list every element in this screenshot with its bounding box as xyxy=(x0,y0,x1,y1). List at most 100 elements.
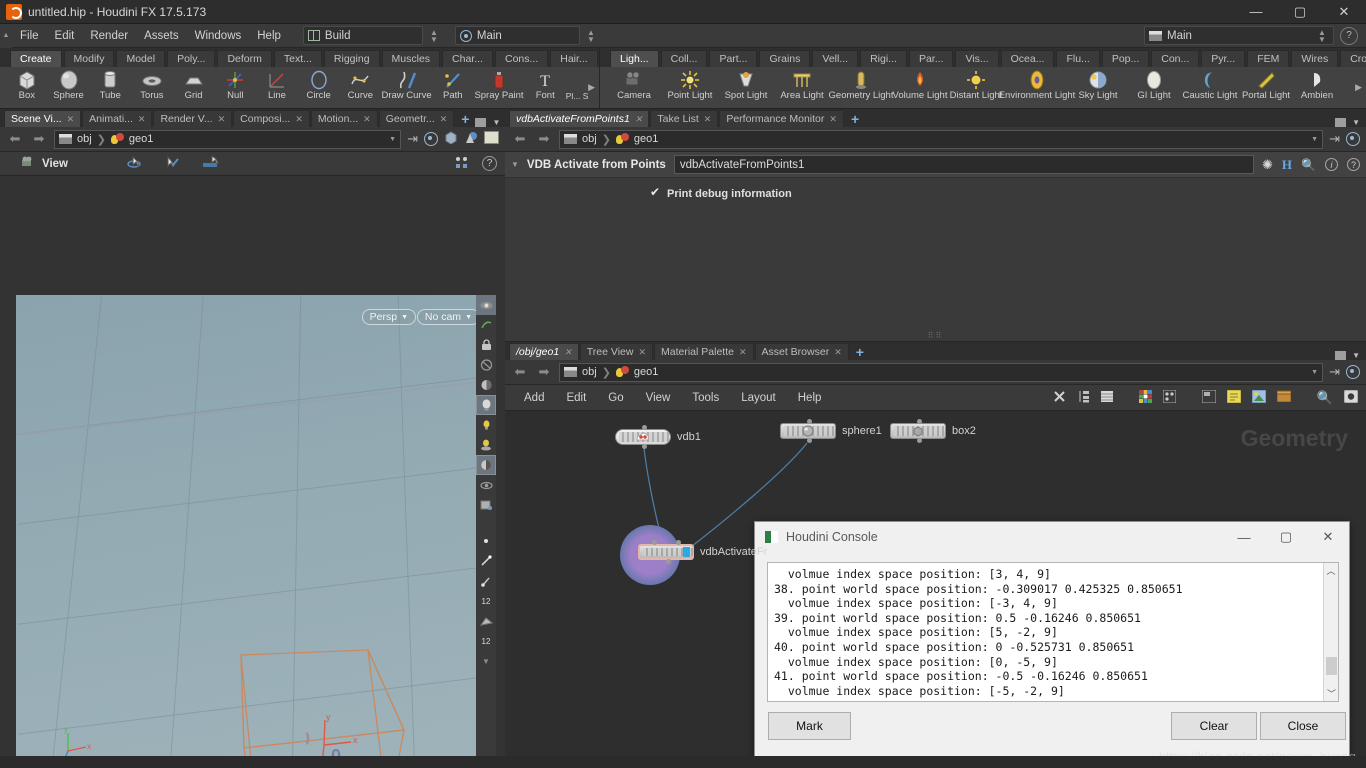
add-image-icon[interactable] xyxy=(1251,389,1267,406)
console-scrollbar[interactable]: ︿ ﹀ xyxy=(1323,563,1338,701)
display-set-icon[interactable] xyxy=(454,156,470,172)
shelf-tab-muscles[interactable]: Muscles xyxy=(381,50,441,67)
mark-button[interactable]: Mark xyxy=(768,712,851,740)
search-icon[interactable]: 🔍 xyxy=(1317,390,1333,406)
pane-menu-chevron-icon[interactable]: ▼ xyxy=(1352,118,1360,127)
display-options-icon[interactable] xyxy=(1346,132,1360,146)
shelf-tool-curve[interactable]: Curve xyxy=(340,67,382,108)
node-vdb1[interactable]: vdb1 xyxy=(615,425,701,449)
node-body[interactable] xyxy=(780,419,836,443)
shelf-tab-fem[interactable]: FEM xyxy=(1247,50,1290,67)
view-layout-icon[interactable] xyxy=(202,155,220,172)
network-menu-tools[interactable]: Tools xyxy=(681,385,730,411)
tab-scene-view[interactable]: Scene Vi... ✕ xyxy=(4,110,82,127)
shelf-tool-point-light[interactable]: Point Light xyxy=(662,67,718,108)
scene-path-field[interactable]: obj ❯ geo1 ▼ xyxy=(54,129,402,149)
shelf-tool-platonic[interactable]: Pl... S xyxy=(566,67,589,108)
network-menu-add[interactable]: Add xyxy=(513,385,555,411)
scroll-up-arrow-icon[interactable]: ︿ xyxy=(1324,563,1338,578)
shelf-tab-ocean[interactable]: Ocea... xyxy=(1000,50,1055,67)
shelf-tool-null[interactable]: Null xyxy=(214,67,256,108)
maximize-pane-icon[interactable] xyxy=(475,118,487,127)
pane-resize-handle[interactable]: ⠿⠿ xyxy=(928,331,944,340)
pin-icon[interactable]: ⇥ xyxy=(407,131,418,147)
package-icon[interactable] xyxy=(1276,390,1292,405)
shelf-tool-grid[interactable]: Grid xyxy=(173,67,215,108)
node-body[interactable] xyxy=(615,425,671,449)
shelf-tab-model[interactable]: Model xyxy=(116,50,166,67)
shelf-tool-geometry-light[interactable]: Geometry Light xyxy=(829,67,893,108)
menu-edit[interactable]: Edit xyxy=(47,24,83,48)
shelf-tab-poly[interactable]: Poly... xyxy=(167,50,216,67)
path-dropdown-icon[interactable]: ▼ xyxy=(1311,136,1318,143)
back-arrow-icon[interactable]: ⬅ xyxy=(6,130,24,148)
shelf-tab-rigid[interactable]: Rigi... xyxy=(860,50,907,67)
network-menu-help[interactable]: Help xyxy=(787,385,833,411)
tab-close-icon[interactable]: ✕ xyxy=(363,111,371,127)
shelf-tool-caustic-light[interactable]: Caustic Light xyxy=(1182,67,1238,108)
shelf-tool-environment-light[interactable]: Environment Light xyxy=(999,67,1075,108)
houdini-console-dialog[interactable]: Houdini Console — ▢ ✕ volmue index space… xyxy=(754,521,1350,757)
parameter-path-field[interactable]: obj ❯ geo1 ▼ xyxy=(559,129,1324,149)
tab-close-icon[interactable]: ✕ xyxy=(564,344,572,360)
maximize-pane-icon[interactable] xyxy=(1335,118,1347,127)
headlight-icon[interactable] xyxy=(476,375,496,395)
background-display-icon[interactable] xyxy=(484,131,499,147)
back-arrow-icon[interactable]: ⬅ xyxy=(511,130,529,148)
network-path-field[interactable]: obj ❯ geo1 ▼ xyxy=(559,362,1324,382)
shading-mode-icon[interactable] xyxy=(476,455,496,475)
network-menu-go[interactable]: Go xyxy=(597,385,634,411)
menu-file[interactable]: File xyxy=(12,24,47,48)
shelf-tab-deform[interactable]: Deform xyxy=(217,50,272,67)
scrollbar-thumb[interactable] xyxy=(1326,657,1337,675)
tab-tree-view[interactable]: Tree View ✕ xyxy=(579,343,653,360)
pane-menu-chevron-icon[interactable]: ▼ xyxy=(492,118,500,127)
tab-animation-editor[interactable]: Animati... ✕ xyxy=(82,110,153,127)
shelf-tab-hair[interactable]: Hair... xyxy=(550,50,598,67)
forward-arrow-icon[interactable]: ➡ xyxy=(30,130,48,148)
right-desktop-selector[interactable]: Main ▲ ▼ xyxy=(1144,26,1334,45)
lock-geometry-icon[interactable] xyxy=(476,335,496,355)
shelf-tool-draw-curve[interactable]: Draw Curve xyxy=(381,67,432,108)
console-minimize-button[interactable]: — xyxy=(1223,522,1265,552)
gear-icon[interactable]: ✺ xyxy=(1262,157,1273,173)
tab-close-icon[interactable]: ✕ xyxy=(635,111,643,127)
shelf-tab-texture[interactable]: Text... xyxy=(273,50,322,67)
tab-close-icon[interactable]: ✕ xyxy=(834,344,842,360)
shelf-tab-particles[interactable]: Part... xyxy=(709,50,758,67)
list-icon[interactable] xyxy=(1100,390,1113,406)
view-options-icon[interactable] xyxy=(1343,389,1359,406)
shelf-tool-sky-light[interactable]: Sky Light xyxy=(1070,67,1126,108)
desktop-selector[interactable]: Build xyxy=(302,26,423,45)
add-tab-button[interactable]: + xyxy=(455,111,475,127)
menu-windows[interactable]: Windows xyxy=(187,24,250,48)
toolbar-chevron-down-icon[interactable]: ▼ xyxy=(476,651,496,671)
path-dropdown-icon[interactable]: ▼ xyxy=(389,136,396,143)
shelf-tab-create[interactable]: Create xyxy=(10,50,62,67)
layout-selector[interactable]: Main xyxy=(454,26,580,45)
light-small-icon[interactable] xyxy=(476,415,496,435)
shelf-right-scroll-right-icon[interactable]: ▶ xyxy=(1355,82,1366,93)
console-maximize-button[interactable]: ▢ xyxy=(1265,522,1307,552)
primitive-display-icon[interactable] xyxy=(476,611,496,631)
add-network-tab-button[interactable]: + xyxy=(850,344,870,360)
tab-close-icon[interactable]: ✕ xyxy=(138,111,146,127)
shelf-tool-path[interactable]: Path xyxy=(432,67,474,108)
print-debug-checkbox[interactable] xyxy=(650,185,661,199)
shelf-tool-gi-light[interactable]: GI Light xyxy=(1126,67,1182,108)
network-menu-view[interactable]: View xyxy=(635,385,682,411)
menu-collapse-arrow[interactable]: ▲ xyxy=(0,23,12,48)
shelf-tab-viscous[interactable]: Vis... xyxy=(955,50,999,67)
tab-close-icon[interactable]: ✕ xyxy=(440,111,448,127)
viewport-3d[interactable]: y x z 0 0 Persp▼ No cam▼ y x xyxy=(16,295,488,768)
shelf-tool-area-light[interactable]: Area Light xyxy=(774,67,830,108)
shelf-tab-populate[interactable]: Pop... xyxy=(1101,50,1150,67)
geometry-display-icon[interactable] xyxy=(444,131,458,147)
path-dropdown-icon[interactable]: ▼ xyxy=(1311,369,1318,376)
tab-parameters[interactable]: vdbActivateFromPoints1 ✕ xyxy=(509,110,650,127)
help-circle-icon[interactable]: ? xyxy=(1340,26,1358,45)
no-light-icon[interactable] xyxy=(476,355,496,375)
shelf-tab-lights[interactable]: Ligh... xyxy=(610,50,659,67)
shelf-left-scroll-right-icon[interactable]: ▶ xyxy=(588,82,599,93)
persp-selector[interactable]: Persp ▼ xyxy=(361,309,416,325)
